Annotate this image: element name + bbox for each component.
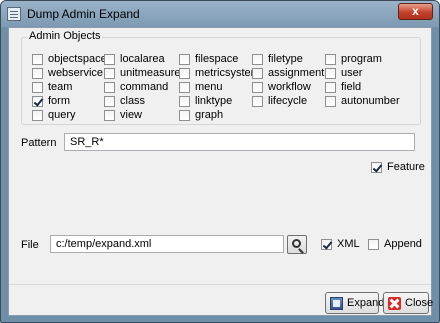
object-checkbox-linktype[interactable]: linktype <box>179 94 232 108</box>
object-checkbox-box[interactable] <box>179 81 190 93</box>
object-checkbox-field[interactable]: field <box>325 80 361 94</box>
object-checkbox-form[interactable]: form <box>32 94 70 108</box>
object-checkbox-box[interactable] <box>104 67 115 79</box>
object-checkbox-label: metricsystem <box>195 67 260 79</box>
object-checkbox-label: class <box>120 95 146 107</box>
admin-objects-title: Admin Objects <box>28 30 102 42</box>
append-checkbox[interactable]: Append <box>368 237 422 251</box>
object-checkbox-label: view <box>120 109 143 121</box>
object-checkbox-label: workflow <box>268 81 311 93</box>
object-checkbox-label: user <box>341 67 363 79</box>
search-icon <box>292 239 301 248</box>
xml-label: XML <box>337 238 360 250</box>
object-checkbox-box[interactable] <box>252 53 263 65</box>
object-checkbox-box[interactable] <box>32 67 43 79</box>
object-checkbox-view[interactable]: view <box>104 108 142 122</box>
object-checkbox-label: autonumber <box>341 95 400 107</box>
feature-label: Feature <box>387 161 425 173</box>
admin-objects-group: Admin Objects objectspace localarea filesp… <box>21 30 421 125</box>
object-checkbox-objectspace[interactable]: objectspace <box>32 52 107 66</box>
object-checkbox-filetype[interactable]: filetype <box>252 52 303 66</box>
file-label: File <box>21 239 39 251</box>
object-checkbox-label: webservice <box>48 67 104 79</box>
object-checkbox-query[interactable]: query <box>32 108 76 122</box>
xml-checkbox-box[interactable] <box>321 238 332 250</box>
append-label: Append <box>384 238 422 250</box>
object-checkbox-box[interactable] <box>32 53 43 65</box>
object-checkbox-box[interactable] <box>104 53 115 65</box>
object-checkbox-workflow[interactable]: workflow <box>252 80 311 94</box>
object-checkbox-box[interactable] <box>252 95 263 107</box>
object-checkbox-label: query <box>48 109 76 121</box>
expand-button-label: Expand <box>347 297 385 309</box>
object-checkbox-menu[interactable]: menu <box>179 80 223 94</box>
object-checkbox-command[interactable]: command <box>104 80 168 94</box>
expand-button[interactable]: Expand <box>325 292 384 314</box>
close-button[interactable]: Close <box>383 292 433 314</box>
object-checkbox-box[interactable] <box>325 81 336 93</box>
object-checkbox-class[interactable]: class <box>104 94 145 108</box>
object-checkbox-box[interactable] <box>32 81 43 93</box>
object-checkbox-box[interactable] <box>104 109 115 121</box>
object-checkbox-box[interactable] <box>179 109 190 121</box>
object-checkbox-label: unitmeasure <box>120 67 181 79</box>
window-title: Dump Admin Expand <box>27 7 140 21</box>
object-checkbox-label: menu <box>195 81 223 93</box>
object-checkbox-lifecycle[interactable]: lifecycle <box>252 94 307 108</box>
object-checkbox-team[interactable]: team <box>32 80 72 94</box>
object-checkbox-label: assignment <box>268 67 325 79</box>
pattern-input[interactable] <box>64 133 415 151</box>
object-checkbox-user[interactable]: user <box>325 66 362 80</box>
object-checkbox-unitmeasure[interactable]: unitmeasure <box>104 66 181 80</box>
object-checkbox-box[interactable] <box>104 95 115 107</box>
object-checkbox-label: form <box>48 95 70 107</box>
object-checkbox-box[interactable] <box>252 67 263 79</box>
expand-icon <box>330 296 343 310</box>
dialog-body: Admin Objects objectspace localarea filesp… <box>8 27 433 316</box>
browse-button[interactable] <box>287 235 307 254</box>
title-bar: Dump Admin Expand x <box>1 1 439 27</box>
footer-separator <box>9 284 431 285</box>
object-checkbox-box[interactable] <box>179 53 190 65</box>
dialog-window: Dump Admin Expand x Admin Objects object… <box>0 0 440 323</box>
object-checkbox-metricsystem[interactable]: metricsystem <box>179 66 260 80</box>
feature-checkbox[interactable]: Feature <box>371 160 425 174</box>
object-checkbox-label: program <box>341 53 382 65</box>
object-checkbox-box[interactable] <box>325 67 336 79</box>
object-checkbox-label: team <box>48 81 73 93</box>
object-checkbox-box[interactable] <box>32 109 43 121</box>
object-checkbox-label: command <box>120 81 169 93</box>
append-checkbox-box[interactable] <box>368 238 379 250</box>
object-checkbox-label: localarea <box>120 53 165 65</box>
window-close-button[interactable]: x <box>398 3 433 20</box>
object-checkbox-box[interactable] <box>104 81 115 93</box>
close-button-label: Close <box>405 297 434 309</box>
object-checkbox-autonumber[interactable]: autonumber <box>325 94 400 108</box>
xml-checkbox[interactable]: XML <box>321 237 360 251</box>
feature-checkbox-box[interactable] <box>371 161 382 173</box>
object-checkbox-filespace[interactable]: filespace <box>179 52 238 66</box>
object-checkbox-program[interactable]: program <box>325 52 382 66</box>
object-checkbox-box[interactable] <box>325 95 336 107</box>
object-checkbox-label: lifecycle <box>268 95 308 107</box>
object-checkbox-assignment[interactable]: assignment <box>252 66 324 80</box>
file-input[interactable] <box>50 235 284 253</box>
object-checkbox-box[interactable] <box>325 53 336 65</box>
object-checkbox-box[interactable] <box>32 95 43 107</box>
object-checkbox-label: objectspace <box>48 53 107 65</box>
object-checkbox-webservice[interactable]: webservice <box>32 66 103 80</box>
close-icon <box>388 296 401 310</box>
object-checkbox-box[interactable] <box>252 81 263 93</box>
object-checkbox-localarea[interactable]: localarea <box>104 52 165 66</box>
object-checkbox-graph[interactable]: graph <box>179 108 223 122</box>
object-checkbox-label: field <box>341 81 362 93</box>
object-checkbox-box[interactable] <box>179 67 190 79</box>
object-checkbox-label: linktype <box>195 95 233 107</box>
app-icon <box>7 7 21 21</box>
object-checkbox-box[interactable] <box>179 95 190 107</box>
object-checkbox-label: graph <box>195 109 224 121</box>
object-checkbox-label: filetype <box>268 53 303 65</box>
pattern-label: Pattern <box>21 137 57 149</box>
object-checkbox-label: filespace <box>195 53 239 65</box>
